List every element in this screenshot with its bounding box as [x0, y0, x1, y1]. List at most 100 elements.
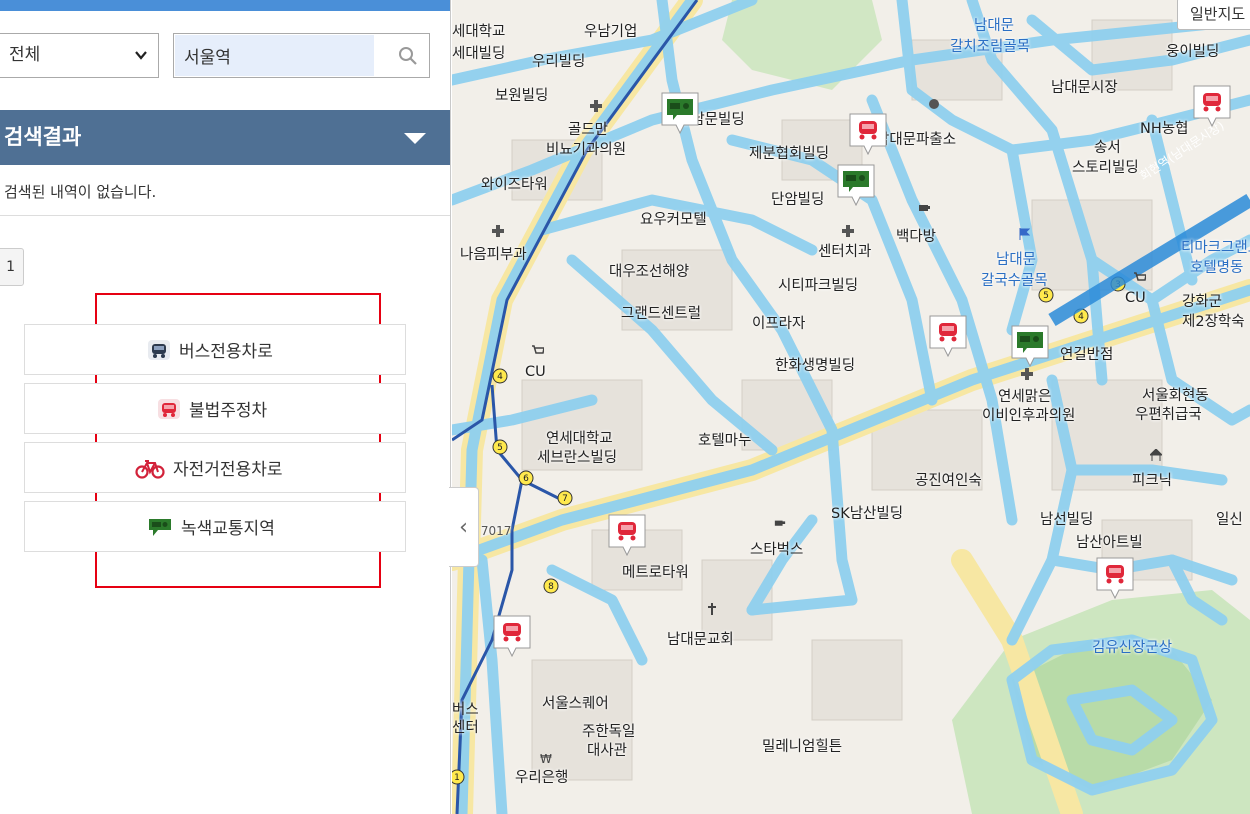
results-header-title: 검색결과 — [4, 125, 82, 149]
map-label: 호텔마누 — [698, 433, 752, 449]
svg-text:7: 7 — [562, 494, 568, 504]
map-label: 갈국수골목 — [981, 273, 1048, 289]
convenience-store-icon — [532, 345, 544, 354]
illegal-parking-marker[interactable] — [928, 314, 968, 358]
legend-item-bicycle-lane[interactable]: 자전거전용차로 — [24, 442, 406, 493]
map-label: 밀레니엄힐튼 — [762, 739, 843, 755]
map-label: 보원빌딩 — [495, 88, 549, 104]
map-canvas[interactable]: 456 781 543 ₩ 세대학교 세대빌딩 우남기업 우리빌딩 보원빌딩 골… — [452, 0, 1250, 814]
map-label: 한화생명빌딩 — [775, 358, 856, 374]
map-label: 연세대학교 — [546, 431, 613, 447]
svg-text:8: 8 — [548, 582, 554, 592]
green-traffic-marker[interactable] — [1010, 324, 1050, 368]
map-label: 대우조선해양 — [609, 264, 690, 280]
legend-label: 불법주정차 — [189, 401, 268, 421]
green-traffic-icon — [147, 516, 173, 538]
collapse-triangle-icon — [404, 133, 426, 144]
map-label: 남대문 — [974, 18, 1015, 34]
map-label: 연길반점 — [1060, 347, 1114, 363]
map-label: 서울스퀘어 — [542, 696, 609, 712]
illegal-parking-marker[interactable] — [848, 112, 888, 156]
legend-item-bus-lane[interactable]: 버스전용차로 — [24, 324, 406, 375]
search-icon[interactable] — [397, 45, 419, 67]
chevron-left-icon: ‹ — [459, 515, 468, 540]
panel-top-bar — [0, 0, 450, 11]
map-label: 와이즈타워 — [481, 177, 548, 193]
map-label: 남선빌딩 — [1040, 512, 1094, 528]
map-label: 요우커모텔 — [640, 212, 707, 228]
svg-text:4: 4 — [497, 372, 503, 382]
illegal-parking-marker[interactable] — [1192, 84, 1232, 128]
chevron-down-icon — [134, 34, 148, 95]
map-label: 송서 — [1094, 140, 1121, 156]
map-label: 주한독일 — [582, 724, 636, 740]
hospital-icon — [492, 225, 504, 237]
church-icon — [708, 603, 716, 615]
svg-text:6: 6 — [523, 474, 529, 484]
legend-label: 녹색교통지역 — [181, 519, 275, 539]
hospital-icon — [1021, 368, 1033, 380]
map-label: 갈치조림골목 — [950, 39, 1031, 55]
map-label: 남산아트빌 — [1076, 535, 1143, 551]
map-label: 세대학교 — [452, 24, 506, 40]
search-input[interactable] — [175, 35, 374, 76]
legend-label: 버스전용차로 — [179, 342, 273, 362]
bus-icon — [147, 339, 171, 361]
map-label: 제분협회빌딩 — [749, 146, 830, 162]
map-label: 대사관 — [587, 743, 628, 759]
map-label: 스토리빌딩 — [1072, 160, 1139, 176]
map-label: 우리빌딩 — [532, 54, 586, 70]
map-label: 이비인후과의원 — [982, 408, 1076, 424]
map-label: NH농협 — [1140, 121, 1189, 137]
hospital-icon — [590, 100, 602, 112]
illegal-parking-marker[interactable] — [607, 513, 647, 557]
map-label: 남대문 — [996, 252, 1037, 268]
police-icon — [929, 99, 939, 109]
svg-text:5: 5 — [1043, 291, 1049, 301]
map-label: 김유신장군상 — [1092, 640, 1173, 656]
flag-icon — [1019, 228, 1030, 240]
legend-item-illegal-parking[interactable]: 불법주정차 — [24, 383, 406, 434]
map-label: 강화군 — [1182, 294, 1223, 310]
cafe-icon — [919, 205, 930, 211]
map-label: 골드만 — [568, 122, 609, 138]
map-label: 세대빌딩 — [452, 46, 506, 62]
illegal-parking-marker[interactable] — [492, 614, 532, 658]
picnic-icon — [1150, 449, 1162, 461]
map-label: CU — [525, 364, 546, 380]
collapse-panel-button[interactable]: ‹ — [449, 487, 479, 567]
map-label: 우남기업 — [584, 24, 638, 40]
category-select[interactable]: 전체 — [0, 33, 159, 78]
map-label: SK남산빌딩 — [831, 506, 904, 522]
search-box — [173, 33, 430, 78]
cafe-icon — [774, 520, 786, 526]
map-label: 스타벅스 — [750, 542, 804, 558]
map-label: 우편취급국 — [1135, 407, 1202, 423]
green-traffic-marker[interactable] — [836, 163, 876, 207]
map-label: 서울회현동 — [1142, 388, 1209, 404]
map-label: 연세맑은 — [998, 389, 1052, 405]
map-label: 우리은행 — [515, 770, 569, 786]
green-traffic-marker[interactable] — [660, 91, 700, 135]
map-label: 남대문교회 — [667, 632, 734, 648]
illegal-parking-marker[interactable] — [1095, 556, 1135, 600]
convenience-store-icon — [1134, 272, 1146, 281]
map-label: 나음피부과 — [460, 247, 527, 263]
empty-results-message: 검색된 내역이 없습니다. — [4, 183, 157, 201]
map-label: 메트로타워 — [622, 565, 689, 581]
bank-icon: ₩ — [540, 752, 552, 764]
page-button-1[interactable]: 1 — [0, 248, 24, 286]
legend-label: 자전거전용차로 — [173, 460, 283, 480]
map-label: 단암빌딩 — [771, 192, 825, 208]
illegal-parking-icon — [157, 398, 181, 420]
map-type-button[interactable]: 일반지도 — [1177, 0, 1250, 30]
hospital-icon — [842, 225, 854, 237]
map-label: 백다방 — [896, 229, 937, 245]
results-header[interactable]: 검색결과 — [0, 110, 450, 165]
svg-text:1: 1 — [454, 773, 460, 783]
map-label: 제2장학숙 — [1182, 314, 1245, 330]
map-label: 호텔명동 — [1190, 260, 1244, 276]
map-label: 남대문시장 — [1051, 80, 1118, 96]
map-label: 이프라자 — [752, 316, 806, 332]
legend-item-green-traffic[interactable]: 녹색교통지역 — [24, 501, 406, 552]
